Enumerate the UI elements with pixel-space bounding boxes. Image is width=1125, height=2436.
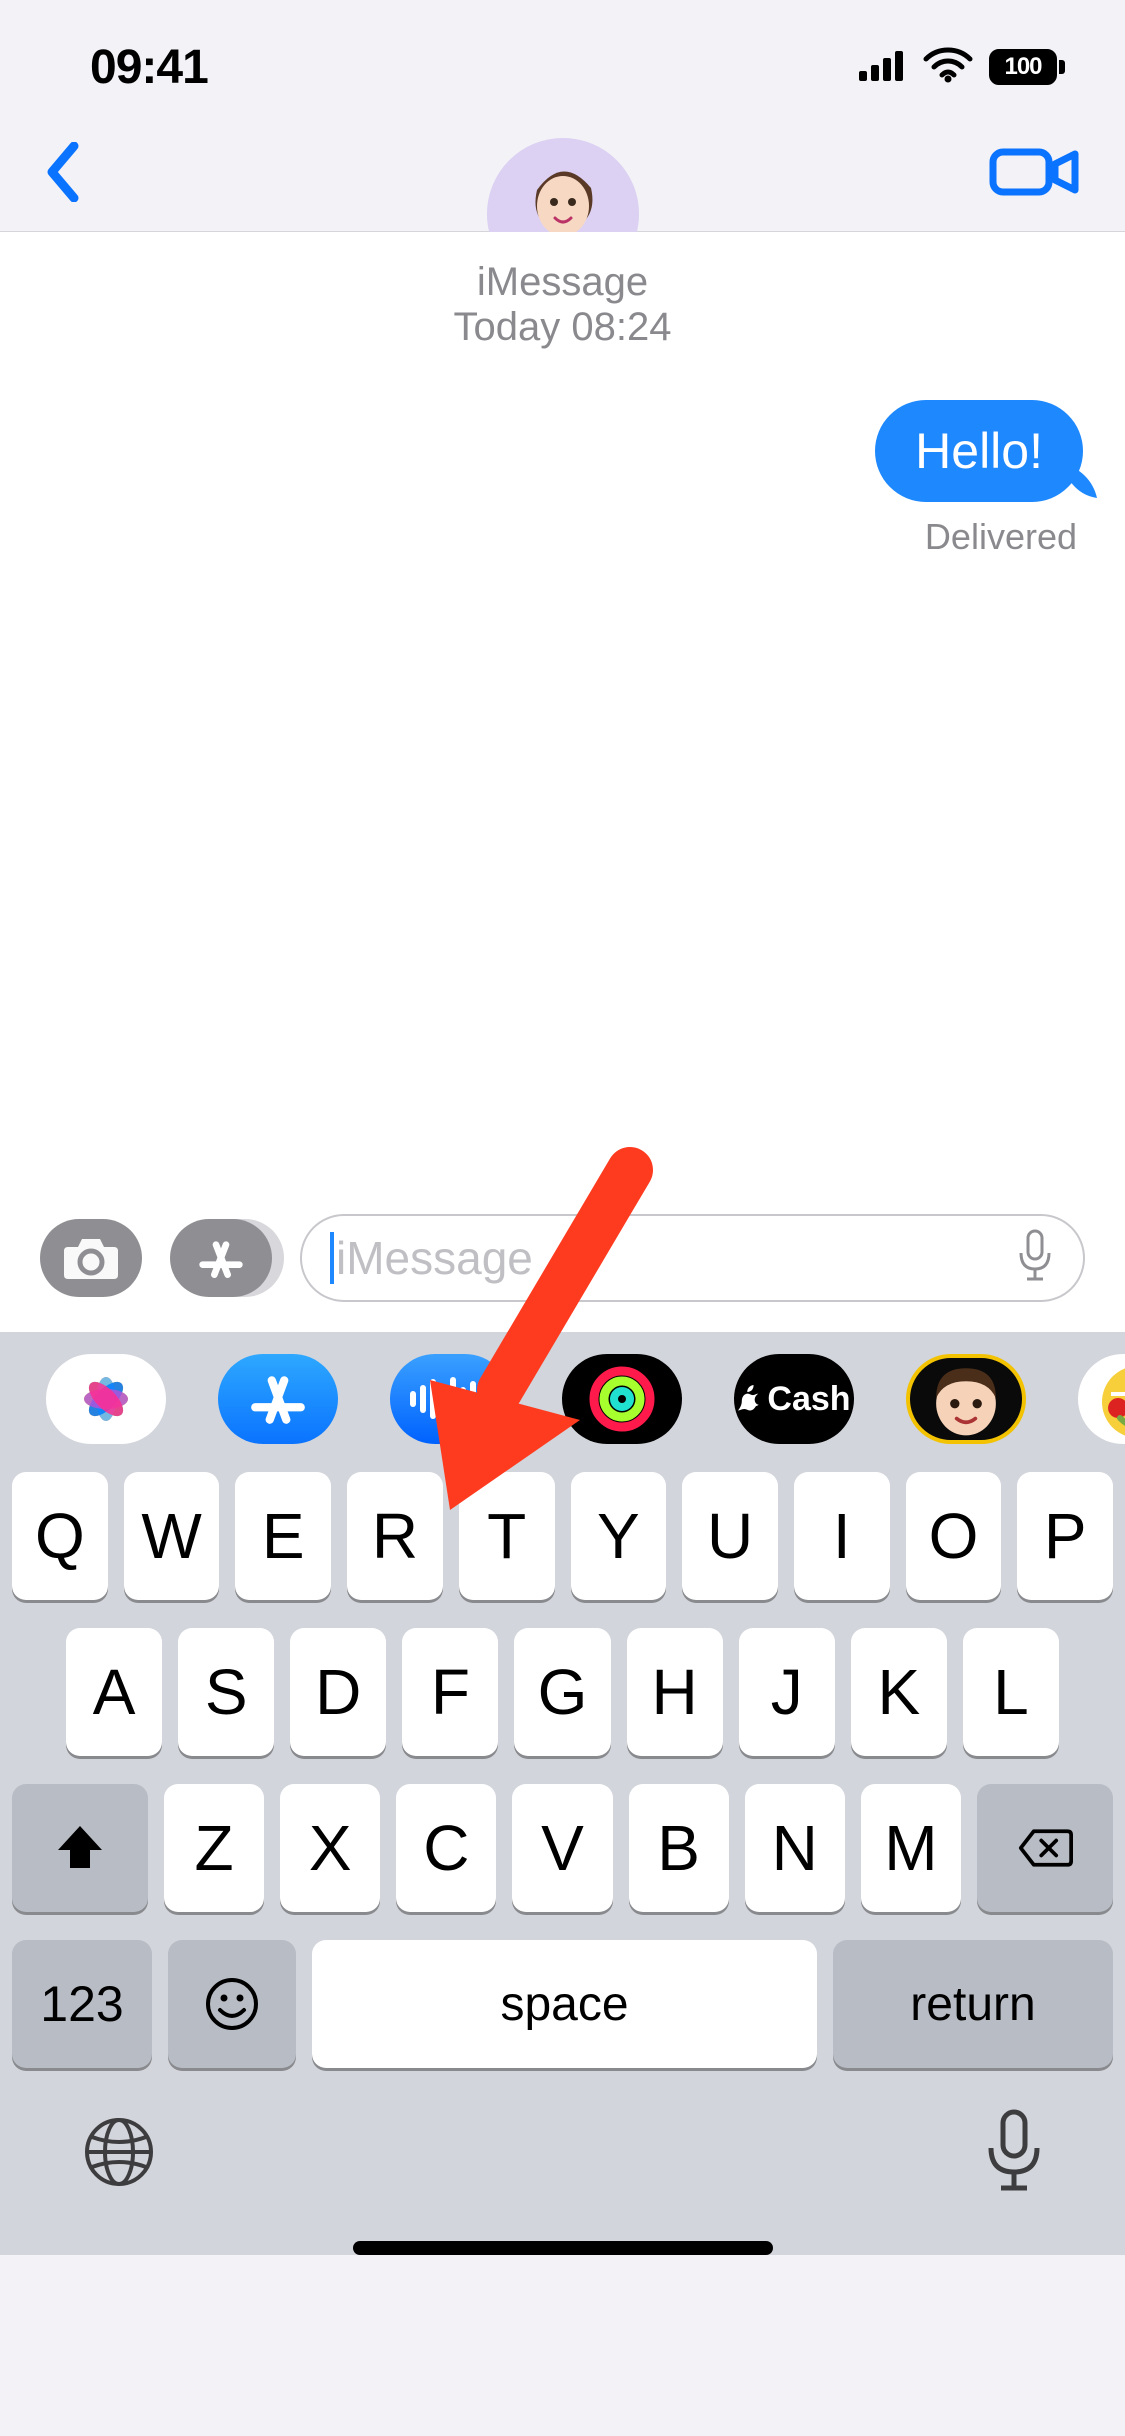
backspace-key[interactable]	[977, 1784, 1113, 1912]
status-bar: 09:41 100	[0, 0, 1125, 134]
emoji-key[interactable]	[168, 1940, 296, 2068]
key-b[interactable]: B	[629, 1784, 729, 1912]
app-store-app-icon[interactable]	[218, 1354, 338, 1444]
key-n[interactable]: N	[745, 1784, 845, 1912]
audio-messages-app-icon[interactable]	[390, 1354, 510, 1444]
animoji-app-icon[interactable]	[1078, 1354, 1125, 1444]
key-l[interactable]: L	[963, 1628, 1059, 1756]
key-d[interactable]: D	[290, 1628, 386, 1756]
key-f[interactable]: F	[402, 1628, 498, 1756]
key-z[interactable]: Z	[164, 1784, 264, 1912]
key-a[interactable]: A	[66, 1628, 162, 1756]
cellular-icon	[859, 49, 907, 86]
key-c[interactable]: C	[396, 1784, 496, 1912]
fitness-app-icon[interactable]	[562, 1354, 682, 1444]
key-y[interactable]: Y	[571, 1472, 667, 1600]
keyboard-row-4: 123 space return	[12, 1940, 1113, 2068]
key-x[interactable]: X	[280, 1784, 380, 1912]
home-indicator[interactable]	[353, 2241, 773, 2255]
key-s[interactable]: S	[178, 1628, 274, 1756]
delivery-status: Delivered	[42, 516, 1083, 558]
key-i[interactable]: I	[794, 1472, 890, 1600]
key-q[interactable]: Q	[12, 1472, 108, 1600]
key-j[interactable]: J	[739, 1628, 835, 1756]
numbers-key[interactable]: 123	[12, 1940, 152, 2068]
space-key[interactable]: space	[312, 1940, 817, 2068]
key-h[interactable]: H	[627, 1628, 723, 1756]
memoji-app-icon[interactable]	[906, 1354, 1026, 1444]
camera-button[interactable]	[40, 1219, 142, 1297]
wifi-icon	[923, 47, 973, 88]
imessage-app-strip[interactable]: Cash	[0, 1332, 1125, 1466]
message-input[interactable]: iMessage	[300, 1214, 1085, 1302]
key-g[interactable]: G	[514, 1628, 610, 1756]
status-time: 09:41	[90, 40, 208, 95]
photos-app-icon[interactable]	[46, 1354, 166, 1444]
battery-icon: 100	[989, 49, 1065, 85]
conversation-header: Jovana	[0, 134, 1125, 232]
apps-toggle-button[interactable]	[170, 1219, 272, 1297]
shift-key[interactable]	[12, 1784, 148, 1912]
key-k[interactable]: K	[851, 1628, 947, 1756]
date-label: Today	[454, 305, 561, 349]
keyboard-row-3: Z X C V B N M	[12, 1784, 1113, 1912]
time-label: 08:24	[571, 305, 671, 349]
key-e[interactable]: E	[235, 1472, 331, 1600]
key-w[interactable]: W	[124, 1472, 220, 1600]
message-placeholder: iMessage	[336, 1231, 533, 1285]
key-r[interactable]: R	[347, 1472, 443, 1600]
compose-bar: iMessage	[0, 1214, 1125, 1332]
text-caret	[330, 1232, 334, 1284]
globe-icon[interactable]	[80, 2113, 158, 2196]
key-o[interactable]: O	[906, 1472, 1002, 1600]
microphone-icon[interactable]	[983, 2108, 1045, 2201]
key-u[interactable]: U	[682, 1472, 778, 1600]
message-bubble-sent[interactable]: Hello!	[875, 400, 1083, 502]
keyboard-row-2: A S D F G H J K L	[12, 1628, 1113, 1756]
thread-timestamp: iMessage Today 08:24	[42, 260, 1083, 350]
return-key[interactable]: return	[833, 1940, 1113, 2068]
key-t[interactable]: T	[459, 1472, 555, 1600]
key-m[interactable]: M	[861, 1784, 961, 1912]
key-v[interactable]: V	[512, 1784, 612, 1912]
apple-cash-app-icon[interactable]: Cash	[734, 1354, 854, 1444]
apple-cash-label: Cash	[767, 1380, 850, 1419]
dictation-icon[interactable]	[1015, 1229, 1055, 1288]
keyboard: Cash Q W E R T Y U I O P A S D F G H	[0, 1332, 1125, 2255]
keyboard-row-1: Q W E R T Y U I O P	[12, 1472, 1113, 1600]
conversation-area[interactable]: iMessage Today 08:24 Hello! Delivered iM…	[0, 232, 1125, 1332]
key-p[interactable]: P	[1017, 1472, 1113, 1600]
battery-level: 100	[989, 49, 1057, 85]
service-label: iMessage	[42, 260, 1083, 305]
message-text: Hello!	[915, 423, 1043, 479]
